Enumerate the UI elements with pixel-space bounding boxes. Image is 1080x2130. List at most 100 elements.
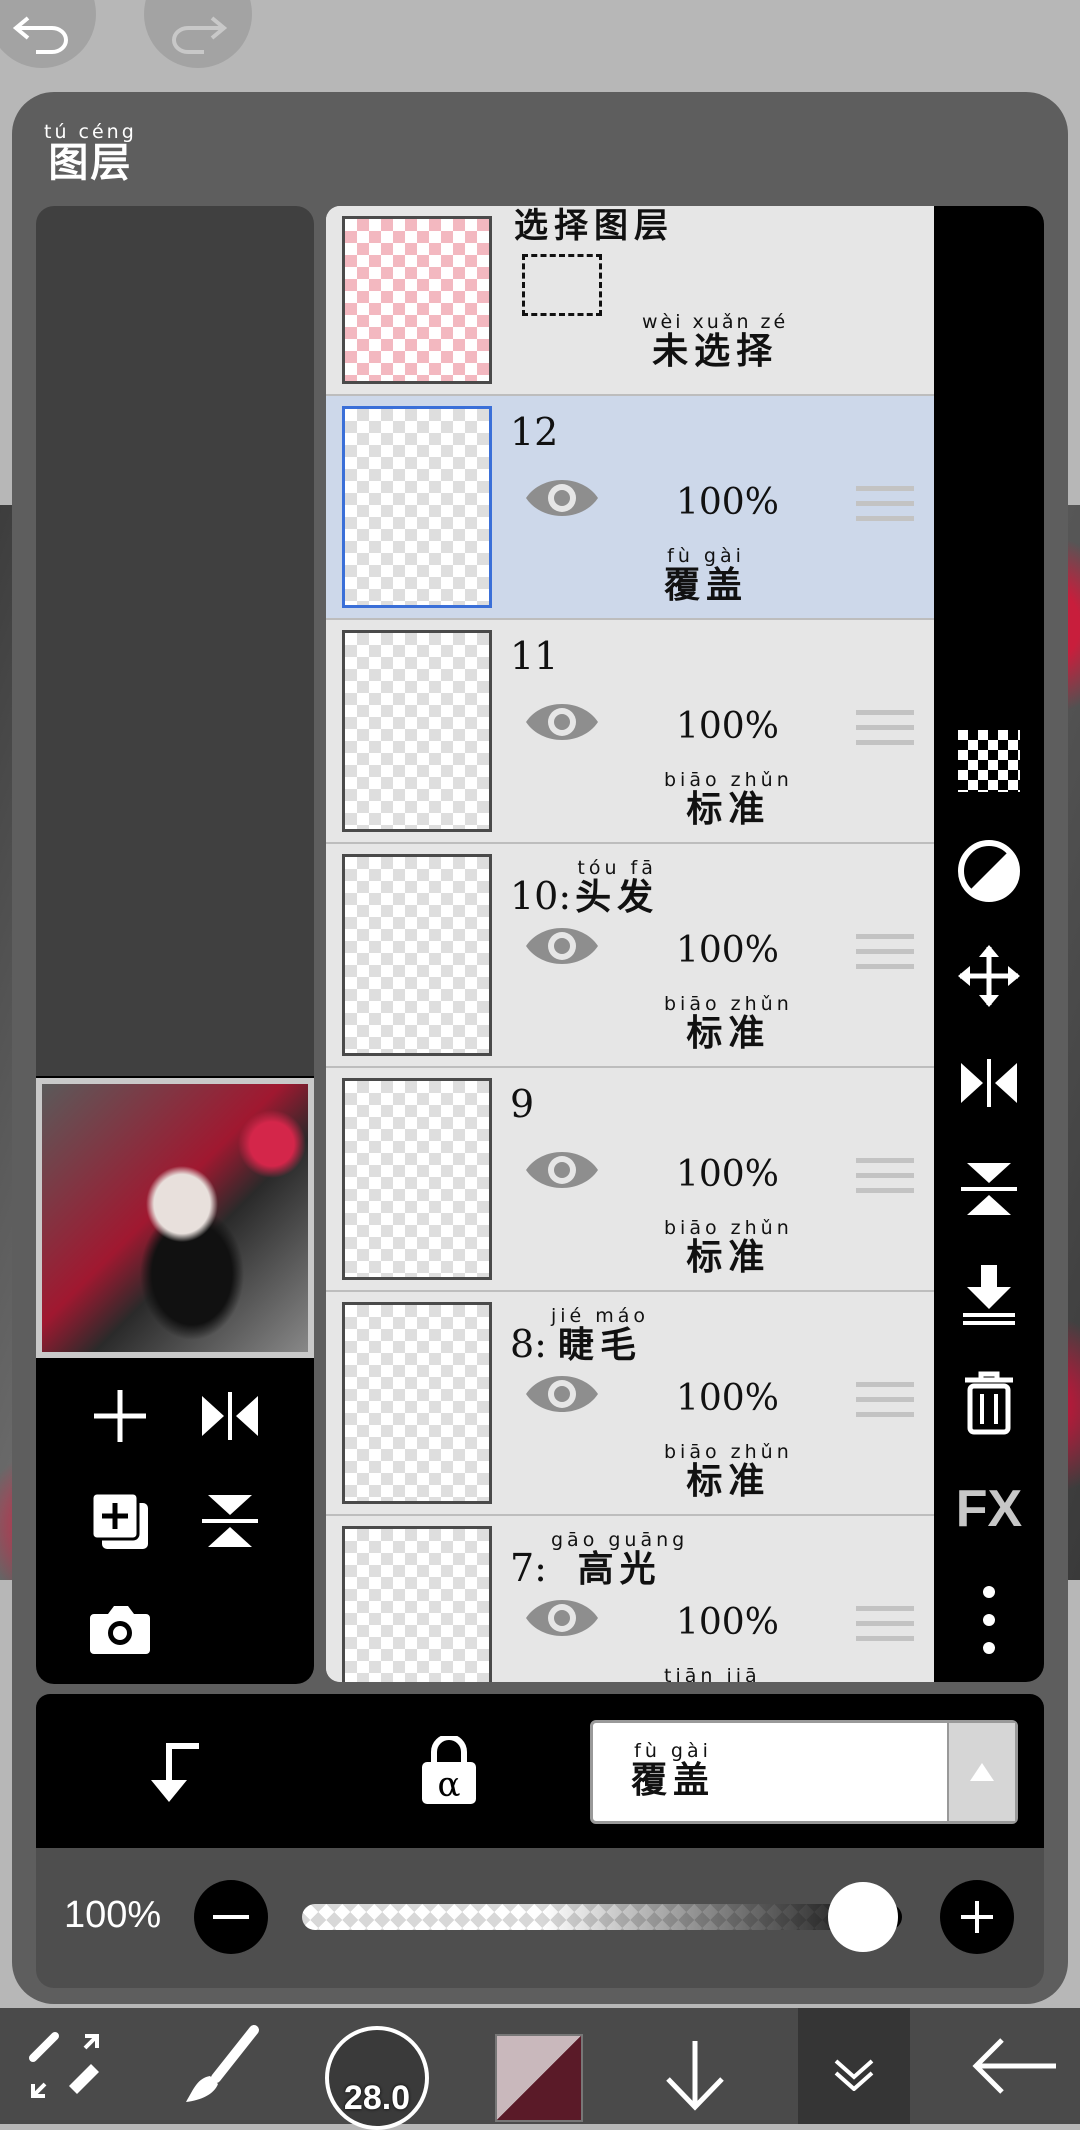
- merge-down-icon: [963, 1265, 1015, 1325]
- transparency-button[interactable]: [934, 726, 1044, 796]
- selection-layer-row[interactable]: 选择图层 wèi xuǎn zé 未选择: [326, 206, 934, 396]
- brush-size-value: 28.0: [343, 2079, 411, 2117]
- layer-opacity: 100%: [676, 930, 779, 971]
- layer-row[interactable]: 8: jié máo 睫毛 100% biāo zhǔn 标准: [326, 1292, 934, 1516]
- visibility-toggle[interactable]: [522, 1366, 602, 1426]
- flip-horizontal-button[interactable]: [190, 1386, 270, 1446]
- layer-name: 10: tóu fā 头发: [510, 858, 659, 918]
- more-options-button[interactable]: [934, 1582, 1044, 1658]
- drag-handle[interactable]: [856, 1606, 914, 1651]
- flip-horizontal-layer-button[interactable]: [934, 1048, 1044, 1118]
- layer-number: 8:: [510, 1322, 547, 1366]
- layer-label-text: 睫毛: [558, 1325, 643, 1366]
- add-layer-button[interactable]: [80, 1386, 160, 1446]
- layer-opacity: 100%: [676, 1378, 779, 1419]
- clipping-button[interactable]: [130, 1732, 220, 1812]
- visibility-toggle[interactable]: [522, 694, 602, 754]
- brush-button[interactable]: [160, 2008, 280, 2124]
- drag-handle[interactable]: [856, 710, 914, 755]
- visibility-toggle[interactable]: [522, 1590, 602, 1650]
- redo-button[interactable]: [144, 0, 252, 68]
- undo-button[interactable]: [0, 0, 96, 68]
- opacity-decrease-button[interactable]: [194, 1880, 268, 1954]
- visibility-toggle[interactable]: [522, 470, 602, 530]
- flip-horizontal-icon: [202, 1392, 258, 1440]
- layer-name: 7: gāo guāng 高光: [510, 1530, 688, 1590]
- layer-opacity: 100%: [676, 482, 779, 523]
- selection-status-text: 未选择: [652, 331, 779, 372]
- blend-dropdown-toggle[interactable]: [947, 1723, 1015, 1821]
- back-button[interactable]: [960, 2008, 1070, 2124]
- layer-name: 11: [510, 634, 562, 678]
- arrow-down-icon: [666, 2041, 724, 2111]
- eye-icon: [522, 704, 602, 754]
- layer-blend-text: 标准: [686, 1013, 771, 1054]
- move-button[interactable]: [934, 941, 1044, 1011]
- layer-blend-pinyin: fù gài: [667, 545, 745, 567]
- opacity-slider-knob[interactable]: [828, 1882, 898, 1952]
- flip-vertical-button[interactable]: [190, 1488, 270, 1554]
- camera-button[interactable]: [80, 1598, 160, 1660]
- canvas-thumbnail[interactable]: [36, 1078, 314, 1358]
- clip-arrow-icon: [151, 1743, 199, 1802]
- layer-thumbnail: [342, 630, 492, 832]
- layer-row[interactable]: 7: gāo guāng 高光 100% tiān jiā: [326, 1516, 934, 1682]
- eye-icon: [522, 1600, 602, 1650]
- layer-blend-mode: biāo zhǔn 标准: [664, 994, 793, 1054]
- minus-icon: [213, 1915, 249, 1919]
- right-toolbar: FX: [934, 206, 1044, 1682]
- blend-mode-text: 覆盖: [631, 1760, 716, 1801]
- layer-blend-text: 标准: [686, 789, 771, 830]
- layer-row[interactable]: 9 100% biāo zhǔn 标准: [326, 1068, 934, 1292]
- bottom-toolbar: 28.0: [0, 2008, 1080, 2130]
- opacity-slider[interactable]: [302, 1904, 902, 1930]
- layer-blend-mode: fù gài 覆盖: [664, 546, 748, 606]
- selection-status: wèi xuǎn zé 未选择: [642, 312, 788, 372]
- drag-handle[interactable]: [856, 486, 914, 531]
- mask-button[interactable]: [934, 836, 1044, 906]
- visibility-toggle[interactable]: [522, 1142, 602, 1202]
- layer-list[interactable]: 选择图层 wèi xuǎn zé 未选择 12 100% fù gài 覆盖 11 100…: [326, 206, 934, 1682]
- layer-blend-pinyin: biāo zhǔn: [664, 993, 793, 1015]
- panel-title: tú céng 图层: [44, 122, 137, 184]
- visibility-toggle[interactable]: [522, 918, 602, 978]
- drag-handle[interactable]: [856, 934, 914, 979]
- undo-icon: [12, 16, 68, 54]
- layer-number: 11: [510, 634, 559, 678]
- merge-down-button[interactable]: [934, 1258, 1044, 1332]
- duplicate-icon: [90, 1491, 148, 1549]
- svg-text:α: α: [438, 1765, 461, 1805]
- layer-blend-mode: biāo zhǔn 标准: [664, 1442, 793, 1502]
- layer-thumbnail: [342, 1526, 492, 1682]
- layer-thumbnail: [342, 1302, 492, 1504]
- duplicate-layer-button[interactable]: [80, 1488, 160, 1554]
- layer-row[interactable]: 12 100% fù gài 覆盖: [326, 396, 934, 620]
- color-button[interactable]: [494, 2008, 584, 2124]
- brush-eraser-switch-icon: [29, 2032, 99, 2098]
- fx-button[interactable]: FX: [934, 1474, 1044, 1544]
- layer-blend-mode: biāo zhǔn 标准: [664, 770, 793, 830]
- brush-size-button[interactable]: 28.0: [322, 2008, 432, 2130]
- drag-handle[interactable]: [856, 1382, 914, 1427]
- layer-label: gāo guāng 高光: [551, 1530, 688, 1590]
- alpha-lock-button[interactable]: α: [404, 1726, 494, 1816]
- color-swatch: [495, 2034, 583, 2122]
- opacity-increase-button[interactable]: [940, 1880, 1014, 1954]
- flip-vertical-icon: [202, 1495, 258, 1547]
- tool-switch-button[interactable]: [0, 2008, 130, 2124]
- blend-mode-pinyin: fù gài: [634, 1740, 712, 1762]
- collapse-button[interactable]: [798, 2008, 910, 2124]
- layer-name: 12: [510, 410, 562, 454]
- layer-label-text: 头发: [575, 877, 660, 918]
- flip-vertical-layer-button[interactable]: [934, 1154, 1044, 1224]
- layer-number: 7:: [510, 1546, 547, 1590]
- drag-handle[interactable]: [856, 1158, 914, 1203]
- layer-row[interactable]: 10: tóu fā 头发 100% biāo zhǔn 标准: [326, 844, 934, 1068]
- delete-layer-button[interactable]: [934, 1366, 1044, 1440]
- layer-row[interactable]: 11 100% biāo zhǔn 标准: [326, 620, 934, 844]
- brush-icon: [186, 2025, 259, 2102]
- double-chevron-down-icon: [834, 2059, 874, 2091]
- layer-blend-pinyin: biāo zhǔn: [664, 1441, 793, 1463]
- layer-down-button[interactable]: [640, 2008, 750, 2124]
- blend-mode-select[interactable]: fù gài 覆盖: [590, 1720, 1018, 1824]
